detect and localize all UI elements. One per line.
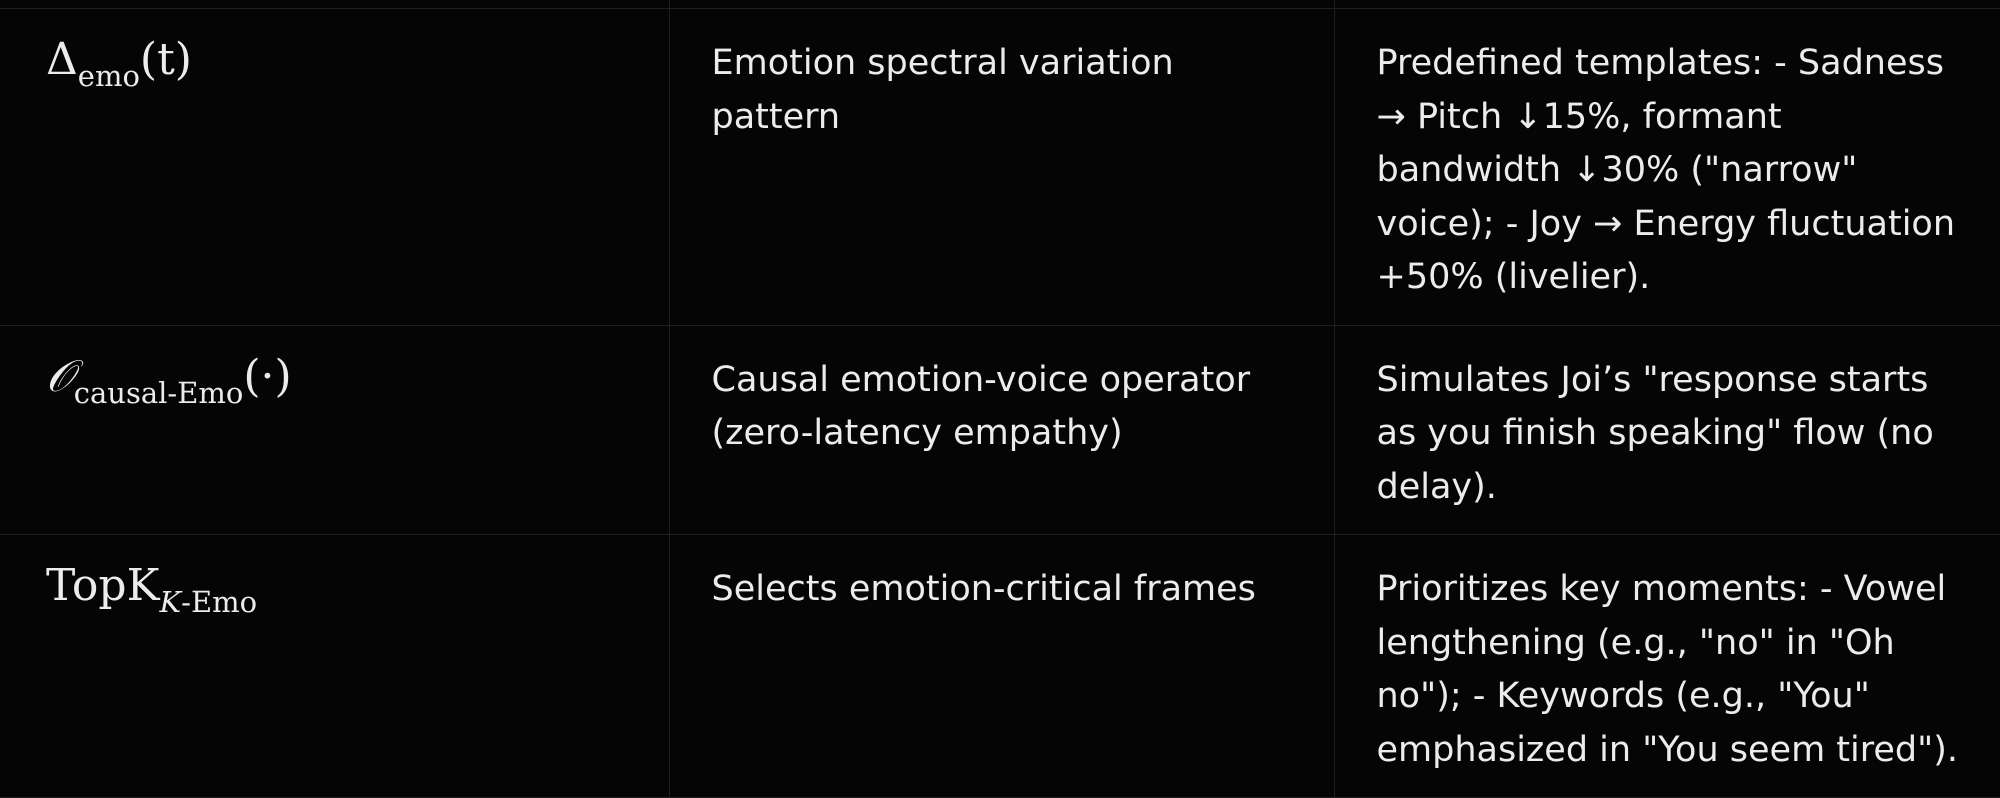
symbol-cell: 𝒪causal-Emo(·) <box>0 324 670 535</box>
details-cell: Prioritizes key moments: - Vowel lengthe… <box>1333 534 2000 798</box>
column-divider <box>669 0 670 8</box>
symbol-subscript: -Emo <box>181 585 258 619</box>
column-divider <box>1334 0 1335 8</box>
symbol-subscript: causal-Emo <box>73 375 244 410</box>
math-symbol: TopKK-Emo <box>46 560 257 619</box>
symbol-subscript-variable: K <box>159 585 182 619</box>
symbol-base: 𝒪 <box>46 350 74 402</box>
table-row: Δemo(t) Emotion spectral variation patte… <box>0 8 2000 326</box>
symbol-cell: TopKK-Emo <box>0 534 670 798</box>
symbol-argument: (t) <box>139 34 192 85</box>
symbol-cell: Δemo(t) <box>0 8 670 326</box>
table-top-edge <box>0 0 2000 8</box>
table-row: TopKK-Emo Selects emotion-critical frame… <box>0 534 2000 798</box>
table-row: 𝒪causal-Emo(·) Causal emotion-voice oper… <box>0 324 2000 535</box>
description-cell: Emotion spectral variation pattern <box>668 8 1335 326</box>
symbol-definition-table: Δemo(t) Emotion spectral variation patte… <box>0 8 2000 798</box>
description-cell: Selects emotion-critical frames <box>668 534 1335 798</box>
symbol-base: Δ <box>46 34 78 85</box>
symbol-subscript: emo <box>77 59 140 93</box>
details-cell: Simulates Joi’s "response starts as you … <box>1333 324 2000 535</box>
symbol-base: TopK <box>46 560 160 611</box>
description-cell: Causal emotion-voice operator (zero-late… <box>668 324 1335 535</box>
math-symbol: 𝒪causal-Emo(·) <box>46 350 292 410</box>
math-symbol: Δemo(t) <box>46 34 192 93</box>
details-cell: Predefined templates: - Sadness → Pitch … <box>1333 8 2000 326</box>
symbol-argument: (·) <box>243 350 292 402</box>
